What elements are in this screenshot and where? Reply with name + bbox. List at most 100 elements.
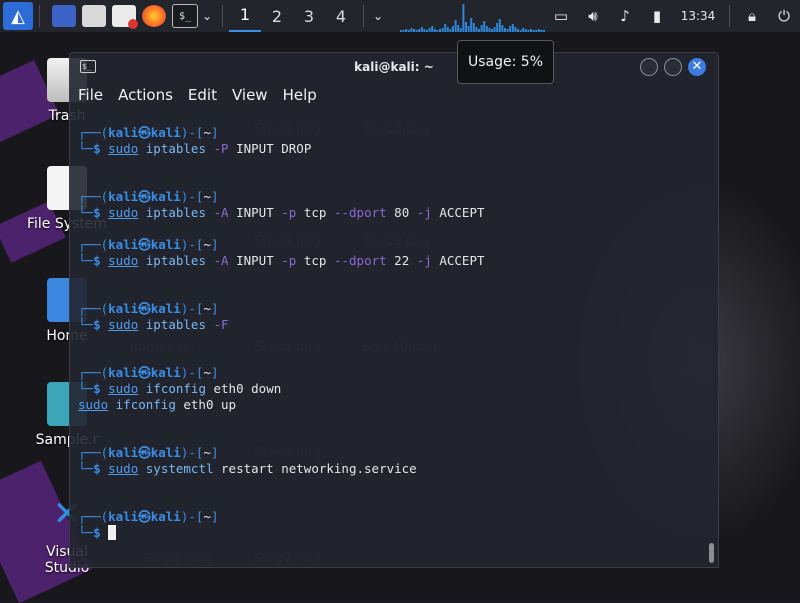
file-manager-icon[interactable] (82, 5, 106, 27)
command-sudo: sudo (108, 253, 139, 268)
power-icon[interactable]: ⏻ (768, 7, 800, 25)
command-arg: eth0 down (205, 381, 282, 396)
cpu-graph-bar (514, 27, 517, 32)
prompt-frame: └─ (78, 381, 94, 396)
cpu-graph-bar (457, 25, 460, 32)
window-titlebar[interactable]: $_ kali@kali: ~ ✕ (70, 53, 718, 81)
workspace-2[interactable]: 2 (261, 7, 293, 26)
prompt-host: kali (150, 189, 181, 204)
command-option: -j (416, 253, 432, 268)
cpu-graph-bar (407, 30, 410, 32)
command-sudo: sudo (108, 205, 139, 220)
command-sudo: sudo (108, 317, 139, 332)
terminal-window[interactable]: $_ kali@kali: ~ ✕ File Actions Edit View… (69, 52, 719, 568)
terminal-line: ┌──(kali㉿kali)-[~] (78, 301, 698, 317)
command-arg: INPUT DROP (228, 141, 312, 156)
minimize-button[interactable] (640, 58, 658, 76)
network-icon[interactable]: ▭ (545, 7, 577, 25)
prompt-dollar: $ (93, 525, 101, 540)
clock[interactable]: 13:34 (673, 9, 723, 23)
cpu-graph-bar (517, 29, 519, 32)
command-option: -A (213, 205, 229, 220)
prompt-user: kali (108, 301, 139, 316)
command-sudo: sudo (108, 141, 139, 156)
cpu-graph-bar (532, 30, 535, 32)
panel-chevron-down-icon[interactable]: ⌄ (370, 0, 386, 32)
cpu-graph-bar (431, 26, 434, 32)
command-name: ifconfig (115, 397, 176, 412)
command-arg: 22 (386, 253, 417, 268)
command-sudo: sudo (108, 461, 139, 476)
prompt-frame: └─ (78, 205, 94, 220)
cpu-graph-bar (472, 23, 475, 32)
cpu-graph-bar (426, 30, 428, 32)
prompt-frame: )-[ (180, 125, 204, 140)
command-arg: restart networking.service (213, 461, 417, 476)
volume-icon[interactable]: 🔊︎ (577, 7, 609, 25)
cpu-graph-bar (415, 30, 418, 32)
cpu-graph-bar (436, 30, 439, 32)
scrollbar[interactable] (709, 543, 714, 563)
firefox-icon[interactable] (142, 5, 166, 27)
prompt-user: kali (108, 189, 139, 204)
prompt-at: ㉿ (138, 445, 151, 460)
terminal-window-icon: $_ (80, 60, 96, 73)
cpu-graph-bar (433, 29, 436, 32)
terminal-line: └─$ sudo iptables -P INPUT DROP (78, 141, 698, 157)
kali-menu-icon[interactable]: ◭ (3, 2, 33, 30)
prompt-at: ㉿ (138, 237, 151, 252)
prompt-host: kali (150, 445, 181, 460)
cpu-graph-bar (441, 28, 444, 32)
terminal-output[interactable]: ┌──(kali㉿kali)-[~] └─$ sudo iptables -P I… (78, 125, 698, 541)
menu-help[interactable]: Help (283, 86, 317, 104)
text-editor-icon[interactable] (112, 5, 138, 29)
panel-separator (363, 5, 364, 27)
battery-icon[interactable]: ▮ (641, 7, 673, 25)
menu-file[interactable]: File (78, 86, 103, 104)
notification-bell-icon[interactable]: ♪︎ (609, 7, 641, 25)
terminal-icon[interactable]: $_ (172, 4, 198, 28)
command-option: -F (213, 317, 229, 332)
cpu-graph-bar (511, 24, 514, 32)
menu-edit[interactable]: Edit (188, 86, 217, 104)
text-cursor (108, 525, 117, 540)
workspace-3[interactable]: 3 (293, 7, 325, 26)
command-arg: tcp (296, 205, 334, 220)
lock-icon[interactable]: 🔒︎ (736, 7, 768, 25)
close-button[interactable]: ✕ (688, 58, 706, 76)
menu-view[interactable]: View (232, 86, 268, 104)
chevron-down-icon[interactable]: ⌄ (198, 0, 216, 32)
cpu-graph[interactable] (400, 2, 545, 32)
terminal-line: └─$ sudo ifconfig eth0 down (78, 381, 698, 397)
cpu-graph-bar (522, 28, 525, 32)
cpu-graph-bar (444, 24, 447, 32)
prompt-frame: ┌──( (78, 189, 109, 204)
prompt-at: ㉿ (138, 189, 151, 204)
prompt-host: kali (150, 365, 181, 380)
prompt-dollar: $ (93, 253, 101, 268)
prompt-at: ㉿ (138, 365, 151, 380)
workspace-1[interactable]: 1 (229, 0, 261, 32)
menu-bar: File Actions Edit View Help (70, 81, 718, 109)
prompt-frame: ┌──( (78, 445, 109, 460)
prompt-frame: ┌──( (78, 301, 109, 316)
menu-actions[interactable]: Actions (118, 86, 173, 104)
system-tray: ▭ 🔊︎ ♪︎ ▮ 13:34 🔒︎ ⏻ (545, 0, 800, 32)
prompt-host: kali (150, 237, 181, 252)
command-arg: tcp (296, 253, 334, 268)
command-arg: ACCEPT (431, 205, 485, 220)
cpu-graph-bar (465, 22, 467, 32)
terminal-line: └─$ sudo iptables -F (78, 317, 698, 333)
show-desktop-icon[interactable] (52, 5, 76, 27)
prompt-frame: ] (210, 509, 219, 524)
maximize-button[interactable] (664, 58, 682, 76)
prompt-frame: ┌──( (78, 365, 109, 380)
workspace-4[interactable]: 4 (325, 7, 357, 26)
terminal-line: └─$ (78, 525, 698, 541)
